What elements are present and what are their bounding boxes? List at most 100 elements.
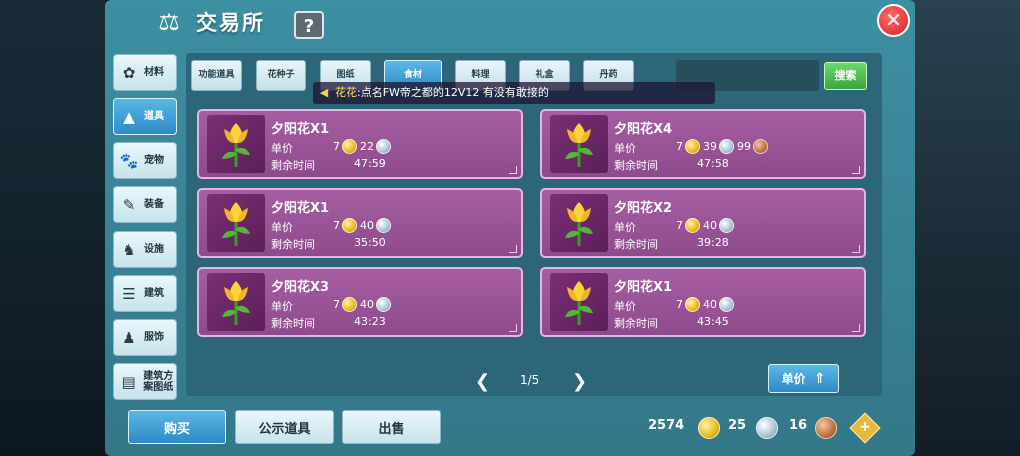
price-value: 7 40 [333,297,394,312]
materials-icon: ✿ [122,63,136,82]
silver-coin-icon [719,218,734,233]
sidebar-item-blueprints[interactable]: ▤ 建筑方案图纸 [113,363,177,400]
sidebar-item-label: 建筑 [144,288,164,299]
listing-card[interactable]: 夕阳花X3 单价 7 40 剩余时间 43:23 [197,267,523,337]
gold-coin-icon [342,297,357,312]
gold-amount: 7 [676,219,683,232]
page-indicator: 1/5 [520,373,540,387]
sunset-flower-icon [222,123,250,167]
sidebar-item-label: 服饰 [144,332,164,343]
sidebar-item-items[interactable]: ▲ 道具 [113,98,177,135]
item-name: 夕阳花X3 [271,280,330,295]
gold-amount: 7 [333,140,340,153]
sidebar-item-clothing[interactable]: ♟ 服饰 [113,319,177,356]
bronze-amount: 99 [737,140,751,153]
corner-decoration [852,166,860,174]
item-name: 夕阳花X1 [614,280,673,295]
price-label: 单价 [271,300,293,313]
building-icon: ☰ [122,284,136,303]
corner-decoration [852,245,860,253]
sidebar-item-label: 装备 [144,199,164,210]
gold-balance: 2574 [648,418,685,433]
sort-up-icon: ⇑ [813,370,826,387]
listing-card[interactable]: 夕阳花X4 单价 7 39 99 剩余时间 47:58 [540,109,866,179]
tab-flower-seeds[interactable]: 花种子 [256,60,306,91]
item-name: 夕阳花X1 [271,122,330,137]
price-label: 单价 [614,300,636,313]
sunset-flower-icon [565,202,593,246]
time-left-label: 剩余时间 [271,238,315,251]
gold-coin-icon [698,417,720,439]
price-value: 7 40 [333,218,394,233]
price-value: 7 40 [676,297,737,312]
help-button[interactable]: ? [294,11,324,39]
flower-thumbnail [207,194,265,252]
items-icon: ▲ [123,107,135,126]
corner-decoration [852,324,860,332]
sidebar-item-label: 宠物 [144,155,164,166]
next-page-button[interactable]: ❯ [572,371,587,392]
price-value: 7 22 [333,139,394,154]
prev-page-button[interactable]: ❮ [475,371,490,392]
listing-card[interactable]: 夕阳花X1 单价 7 40 剩余时间 35:50 [197,188,523,258]
time-left-value: 47:58 [697,157,729,170]
sidebar-item-equipment[interactable]: ✎ 装备 [113,186,177,223]
background-right [910,0,1020,456]
time-left-label: 剩余时间 [271,317,315,330]
buy-button[interactable]: 购买 [128,410,226,444]
horn-icon: ◀ [319,86,329,99]
sidebar-item-buildings[interactable]: ☰ 建筑 [113,275,177,312]
time-left-value: 47:59 [354,157,386,170]
sidebar-item-label: 道具 [144,111,164,122]
search-button[interactable]: 搜索 [824,62,867,90]
silver-amount: 40 [703,298,717,311]
silver-amount: 22 [360,140,374,153]
gold-amount: 7 [676,140,683,153]
paw-icon: 🐾 [119,151,139,170]
time-left-label: 剩余时间 [614,159,658,172]
facility-icon: ♞ [122,240,136,259]
page-title: 交易所 [196,11,265,35]
tab-function-items[interactable]: 功能道具 [191,60,242,91]
gold-amount: 7 [676,298,683,311]
public-items-button[interactable]: 公示道具 [235,410,334,444]
silver-amount: 39 [703,140,717,153]
silver-amount: 40 [360,298,374,311]
scales-icon: ⚖ [158,8,180,36]
sidebar-item-label: 设施 [144,244,164,255]
sidebar-item-materials[interactable]: ✿ 材料 [113,54,177,91]
price-label: 单价 [614,221,636,234]
time-left-value: 35:50 [354,236,386,249]
corner-decoration [509,245,517,253]
sort-by-price-button[interactable]: 单价 ⇑ [768,364,839,393]
silver-amount: 40 [360,219,374,232]
listing-card[interactable]: 夕阳花X1 单价 7 22 剩余时间 47:59 [197,109,523,179]
time-left-label: 剩余时间 [614,317,658,330]
sidebar-item-facilities[interactable]: ♞ 设施 [113,231,177,268]
item-name: 夕阳花X1 [271,201,330,216]
flower-thumbnail [550,273,608,331]
time-left-label: 剩余时间 [614,238,658,251]
gold-coin-icon [685,297,700,312]
gold-amount: 7 [333,219,340,232]
silver-coin-icon [756,417,778,439]
price-value: 7 39 99 [676,139,771,154]
time-left-value: 43:45 [697,315,729,328]
listing-card[interactable]: 夕阳花X1 单价 7 40 剩余时间 43:45 [540,267,866,337]
sunset-flower-icon [565,123,593,167]
time-left-value: 39:28 [697,236,729,249]
listing-card[interactable]: 夕阳花X2 单价 7 40 剩余时间 39:28 [540,188,866,258]
sidebar-item-pets[interactable]: 🐾 宠物 [113,142,177,179]
price-label: 单价 [614,142,636,155]
silver-coin-icon [376,139,391,154]
sell-button[interactable]: 出售 [342,410,441,444]
silver-amount: 40 [703,219,717,232]
silver-coin-icon [719,139,734,154]
equipment-icon: ✎ [122,195,136,214]
flower-thumbnail [207,115,265,173]
bronze-balance: 16 [789,418,808,433]
broadcast-sender: 花花 [335,86,357,99]
silver-coin-icon [376,218,391,233]
close-button[interactable]: ✕ [877,4,910,37]
time-left-label: 剩余时间 [271,159,315,172]
